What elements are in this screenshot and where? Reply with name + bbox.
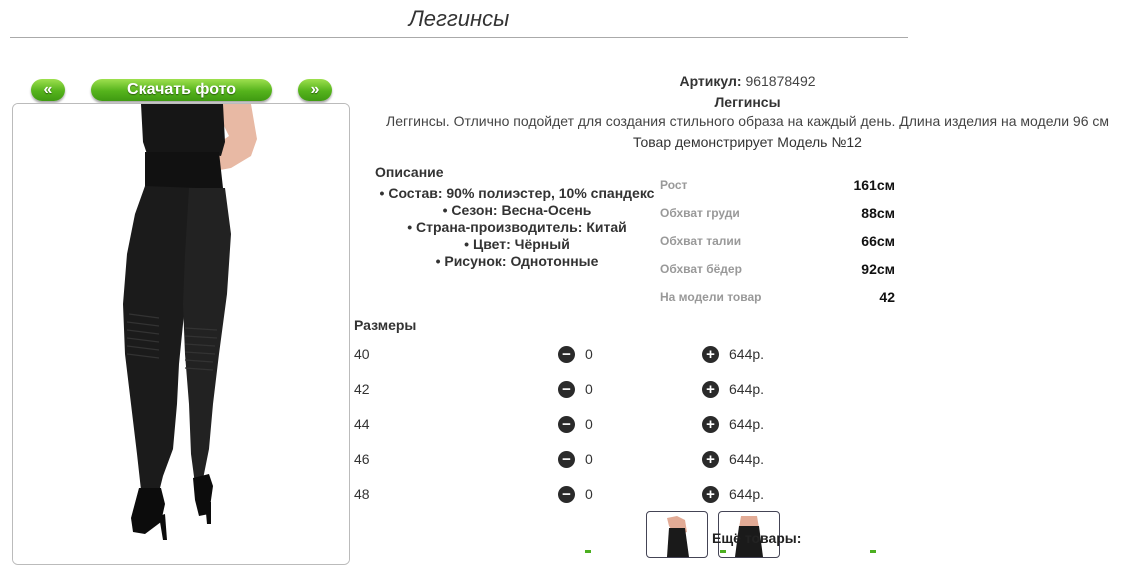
details-item: Сезон: Весна-Осень [362, 202, 672, 219]
plus-circle-icon[interactable]: + [702, 486, 719, 503]
thumbnail-image [667, 516, 689, 557]
size-price: 644р. [729, 451, 765, 467]
more-products-title: Ещё товары: [712, 530, 802, 546]
size-label: 48 [354, 486, 370, 502]
plus-circle-icon[interactable]: + [702, 381, 719, 398]
quantity-value: 0 [585, 451, 593, 467]
model-hips-value: 92см [861, 261, 895, 277]
quantity-value: 0 [585, 346, 593, 362]
model-size-label: На модели товар [660, 290, 762, 304]
download-photo-button[interactable]: Скачать фото [91, 79, 272, 101]
minus-circle-icon[interactable]: − [558, 416, 575, 433]
details-list: Состав: 90% полиэстер, 10% спандекс Сезо… [362, 185, 672, 270]
plus-circle-icon[interactable]: + [702, 416, 719, 433]
quantity-value: 0 [585, 486, 593, 502]
model-note: Товар демонстрирует Модель №12 [633, 134, 862, 150]
product-photo [12, 103, 350, 565]
page-title: Леггинсы [408, 6, 510, 31]
details-item: Цвет: Чёрный [362, 236, 672, 253]
prev-photo-button[interactable]: « [31, 79, 65, 101]
product-description: Леггинсы. Отлично подойдет для создания … [386, 113, 1109, 129]
minus-circle-icon[interactable]: − [558, 486, 575, 503]
size-price: 644р. [729, 416, 765, 432]
sizes-title: Размеры [354, 317, 417, 333]
size-price: 644р. [729, 381, 765, 397]
plus-circle-icon[interactable]: + [702, 346, 719, 363]
size-label: 44 [354, 416, 370, 432]
model-height-label: Рост [660, 178, 688, 192]
plus-circle-icon[interactable]: + [702, 451, 719, 468]
size-label: 40 [354, 346, 370, 362]
article-line: Артикул: 961878492 [360, 73, 1135, 89]
product-name: Леггинсы [714, 94, 781, 110]
size-label: 42 [354, 381, 370, 397]
details-item: Страна-производитель: Китай [362, 219, 672, 236]
details-item: Состав: 90% полиэстер, 10% спандекс [362, 185, 672, 202]
model-hips-label: Обхват бёдер [660, 262, 742, 276]
size-label: 46 [354, 451, 370, 467]
model-size-value: 42 [879, 289, 895, 305]
article-value: 961878492 [745, 73, 816, 89]
size-price: 644р. [729, 486, 765, 502]
product-thumbnail[interactable] [646, 511, 708, 558]
details-item: Рисунок: Однотонные [362, 253, 672, 270]
next-photo-button[interactable]: » [298, 79, 332, 101]
minus-circle-icon[interactable]: − [558, 451, 575, 468]
model-chest-value: 88см [861, 205, 895, 221]
model-height-value: 161см [853, 177, 895, 193]
details-title: Описание [375, 164, 444, 180]
model-waist-label: Обхват талии [660, 234, 742, 248]
model-chest-label: Обхват груди [660, 206, 740, 220]
quantity-value: 0 [585, 381, 593, 397]
leggings-photo-illustration [13, 104, 349, 564]
model-waist-value: 66см [861, 233, 895, 249]
minus-circle-icon[interactable]: − [558, 346, 575, 363]
article-label: Артикул: [679, 73, 742, 89]
minus-circle-icon[interactable]: − [558, 381, 575, 398]
title-divider [10, 37, 908, 38]
quantity-value: 0 [585, 416, 593, 432]
size-price: 644р. [729, 346, 765, 362]
